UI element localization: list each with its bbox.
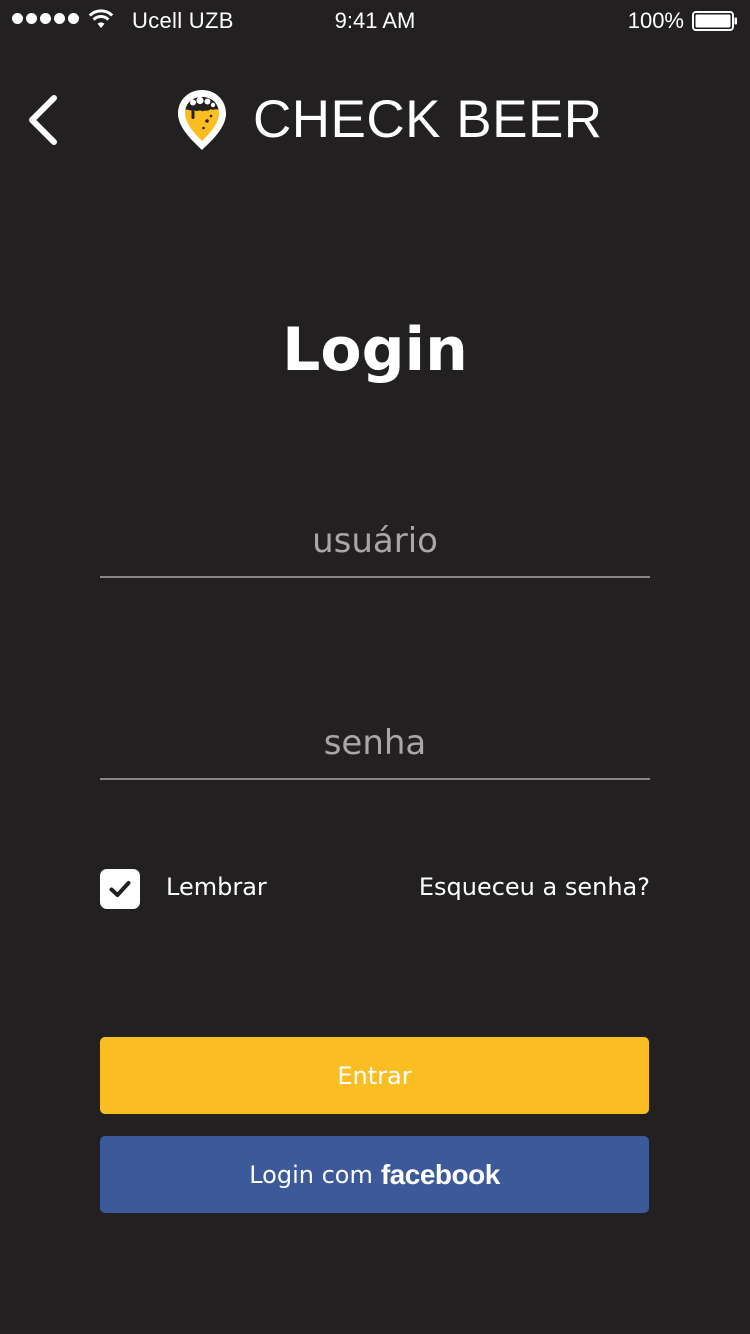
battery-percentage: 100%: [627, 8, 684, 33]
password-input[interactable]: [100, 708, 650, 778]
battery-icon: [692, 11, 737, 31]
facebook-login-button[interactable]: Login com facebook: [100, 1136, 649, 1213]
forgot-password-link[interactable]: Esqueceu a senha?: [419, 873, 650, 901]
app-name: CHECK BEER: [253, 90, 603, 149]
facebook-wordmark: facebook: [380, 1158, 500, 1190]
page-title: Login: [282, 315, 468, 385]
remember-label[interactable]: Lembrar: [166, 873, 267, 901]
username-field-container: [100, 506, 650, 578]
beer-map-pin-icon: [178, 90, 226, 150]
back-button[interactable]: [22, 90, 66, 150]
enter-button[interactable]: Entrar: [100, 1037, 649, 1114]
login-screen: Ucell UZB 9:41 AM 100% CHECK BEER Login …: [0, 0, 750, 1334]
app-brand: CHECK BEER: [176, 88, 603, 152]
chevron-left-icon: [29, 95, 57, 145]
username-input[interactable]: [100, 506, 650, 576]
enter-button-label: Entrar: [337, 1061, 412, 1090]
checkmark-icon: [109, 881, 131, 897]
password-field-container: [100, 708, 650, 780]
status-bar: Ucell UZB 9:41 AM 100%: [0, 0, 750, 40]
remember-checkbox[interactable]: [100, 869, 140, 909]
facebook-login-prefix: Login com: [249, 1160, 373, 1189]
